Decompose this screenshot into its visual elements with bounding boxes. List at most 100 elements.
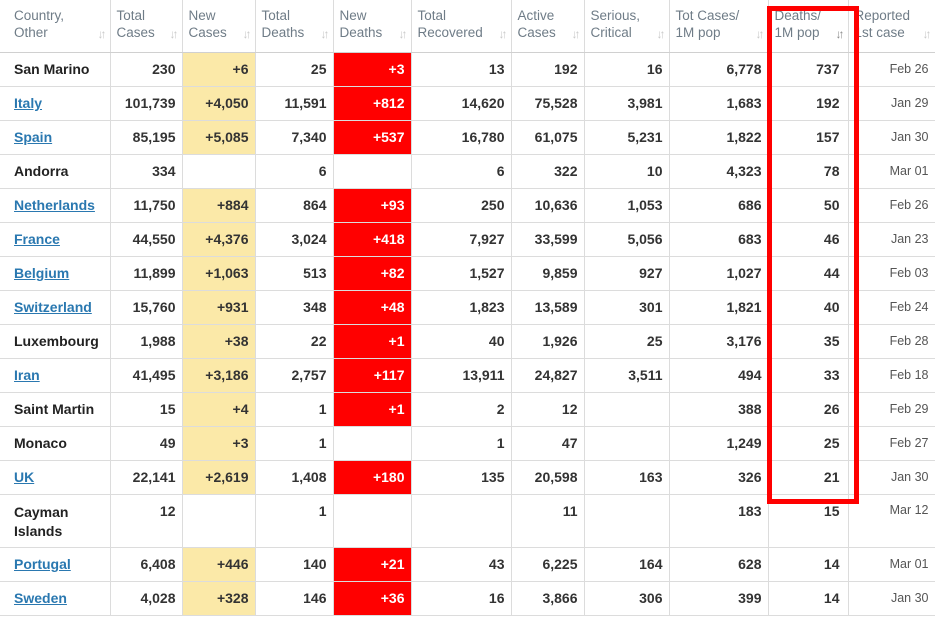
new-cases-cell bbox=[182, 154, 256, 189]
column-header-label: Cases bbox=[517, 25, 556, 40]
sort-icon[interactable]: ↓↑ bbox=[499, 26, 508, 43]
sort-icon[interactable]: ↓↑ bbox=[756, 26, 765, 43]
total-deaths-cell: 1 bbox=[255, 494, 334, 548]
column-header-label: 1M pop bbox=[675, 25, 721, 40]
active-cases-cell: 1,926 bbox=[511, 324, 585, 359]
total-cases-cell: 15,760 bbox=[110, 290, 183, 325]
sort-icon[interactable]: ↓↑ bbox=[399, 26, 408, 43]
country-link[interactable]: Switzerland bbox=[14, 299, 92, 315]
reported-cell: Feb 18 bbox=[848, 358, 935, 393]
country-cell[interactable]: Italy bbox=[0, 86, 111, 121]
total-recovered-cell: 13 bbox=[411, 52, 512, 87]
deaths-1m-cell: 14 bbox=[768, 581, 849, 616]
column-header-tot-cases-1m[interactable]: Tot Cases/1M pop ↓↑ bbox=[669, 0, 769, 53]
new-cases-cell: +4,050 bbox=[182, 86, 256, 121]
serious-critical-cell: 164 bbox=[584, 547, 670, 582]
country-link[interactable]: UK bbox=[14, 469, 34, 485]
total-cases-cell: 101,739 bbox=[110, 86, 183, 121]
country-link[interactable]: Italy bbox=[14, 95, 42, 111]
country-cell[interactable]: Switzerland bbox=[0, 290, 111, 325]
new-cases-cell: +884 bbox=[182, 188, 256, 223]
country-cell[interactable]: Sweden bbox=[0, 581, 111, 616]
new-cases-cell: +4,376 bbox=[182, 222, 256, 257]
country-link[interactable]: Sweden bbox=[14, 590, 67, 606]
deaths-1m-cell: 25 bbox=[768, 426, 849, 461]
deaths-1m-cell: 78 bbox=[768, 154, 849, 189]
total-cases-cell: 6,408 bbox=[110, 547, 183, 582]
column-header-total-deaths[interactable]: Total Deaths ↓↑ bbox=[255, 0, 334, 53]
column-header-new-cases[interactable]: New Cases ↓↑ bbox=[182, 0, 256, 53]
table-row: Sweden 4,028 +328 146 +36 16 3,866 306 399 14 Jan … bbox=[0, 581, 935, 616]
country-cell[interactable]: France bbox=[0, 222, 111, 257]
country-link[interactable]: Belgium bbox=[14, 265, 69, 281]
sort-icon[interactable]: ↓↑ bbox=[243, 26, 252, 43]
table-row: Italy 101,739 +4,050 11,591 +812 14,620 75,528… bbox=[0, 86, 935, 121]
table-row: Andorra 334 6 6 322 10 4,323 78 Mar 01 bbox=[0, 154, 935, 189]
column-header-reported[interactable]: Reported 1st case ↓↑ bbox=[848, 0, 935, 53]
serious-critical-cell: 301 bbox=[584, 290, 670, 325]
country-link[interactable]: France bbox=[14, 231, 60, 247]
sort-icon[interactable]: ↓↑ bbox=[98, 26, 107, 43]
country-cell[interactable]: Iran bbox=[0, 358, 111, 393]
tot-cases-1m-cell: 1,821 bbox=[669, 290, 769, 325]
country-name: Saint Martin bbox=[14, 401, 95, 417]
country-link[interactable]: Portugal bbox=[14, 556, 71, 572]
country-cell[interactable]: Belgium bbox=[0, 256, 111, 291]
column-header-serious-critical[interactable]: Serious, Critical ↓↑ bbox=[584, 0, 670, 53]
new-deaths-cell: +812 bbox=[333, 86, 412, 121]
country-cell[interactable]: Portugal bbox=[0, 547, 111, 582]
covid-stats-table: Country, Other ↓↑ Total Cases ↓↑ New Cases ↓↑ Tot… bbox=[0, 0, 935, 616]
header-row: Country, Other ↓↑ Total Cases ↓↑ New Cases ↓↑ Tot… bbox=[0, 0, 935, 53]
total-deaths-cell: 7,340 bbox=[255, 120, 334, 155]
sort-icon[interactable]: ↓↑ bbox=[657, 26, 666, 43]
total-recovered-cell: 16,780 bbox=[411, 120, 512, 155]
total-deaths-cell: 140 bbox=[255, 547, 334, 582]
column-header-total-recovered[interactable]: Total Recovered ↓↑ bbox=[411, 0, 512, 53]
tot-cases-1m-cell: 1,822 bbox=[669, 120, 769, 155]
total-recovered-cell: 43 bbox=[411, 547, 512, 582]
country-link[interactable]: Netherlands bbox=[14, 197, 95, 213]
table-body: San Marino 230 +6 25 +3 13 192 16 6,778 737 Feb 26… bbox=[0, 52, 935, 616]
total-recovered-cell: 2 bbox=[411, 392, 512, 427]
total-cases-cell: 41,495 bbox=[110, 358, 183, 393]
country-cell[interactable]: UK bbox=[0, 460, 111, 495]
total-cases-cell: 230 bbox=[110, 52, 183, 87]
column-header-active-cases[interactable]: Active Cases ↓↑ bbox=[511, 0, 585, 53]
sort-icon[interactable]: ↓↑ bbox=[170, 26, 179, 43]
reported-cell: Feb 24 bbox=[848, 290, 935, 325]
deaths-1m-cell: 21 bbox=[768, 460, 849, 495]
column-header-new-deaths[interactable]: New Deaths ↓↑ bbox=[333, 0, 412, 53]
tot-cases-1m-cell: 1,249 bbox=[669, 426, 769, 461]
serious-critical-cell: 306 bbox=[584, 581, 670, 616]
country-name: Cayman Islands bbox=[14, 503, 69, 539]
sort-icon[interactable]: ↓↑ bbox=[321, 26, 330, 43]
country-cell[interactable]: Spain bbox=[0, 120, 111, 155]
column-header-label: Cases bbox=[116, 25, 155, 40]
active-cases-cell: 33,599 bbox=[511, 222, 585, 257]
country-cell: Andorra bbox=[0, 154, 111, 189]
country-cell: San Marino bbox=[0, 52, 111, 87]
new-cases-cell: +4 bbox=[182, 392, 256, 427]
sort-icon[interactable]: ↓↑ bbox=[572, 26, 581, 43]
sort-descending-icon[interactable]: ↓↑ bbox=[836, 26, 845, 43]
serious-critical-cell: 16 bbox=[584, 52, 670, 87]
country-cell: Monaco bbox=[0, 426, 111, 461]
country-cell: Cayman Islands bbox=[0, 494, 111, 548]
new-deaths-cell: +21 bbox=[333, 547, 412, 582]
column-header-label: New bbox=[339, 8, 367, 23]
column-header-deaths-1m[interactable]: Deaths/1M pop ↓↑ bbox=[768, 0, 849, 53]
country-name: Andorra bbox=[14, 163, 69, 179]
column-header-label: Serious, bbox=[590, 8, 641, 23]
new-deaths-cell bbox=[333, 154, 412, 189]
country-link[interactable]: Spain bbox=[14, 129, 52, 145]
country-link[interactable]: Iran bbox=[14, 367, 40, 383]
column-header-total-cases[interactable]: Total Cases ↓↑ bbox=[110, 0, 183, 53]
country-cell[interactable]: Netherlands bbox=[0, 188, 111, 223]
sort-icon[interactable]: ↓↑ bbox=[923, 26, 932, 43]
country-cell: Luxembourg bbox=[0, 324, 111, 359]
total-recovered-cell: 16 bbox=[411, 581, 512, 616]
table-row: Portugal 6,408 +446 140 +21 43 6,225 164 628 14 Ma… bbox=[0, 547, 935, 582]
total-deaths-cell: 6 bbox=[255, 154, 334, 189]
serious-critical-cell: 5,056 bbox=[584, 222, 670, 257]
column-header-country[interactable]: Country, Other ↓↑ bbox=[0, 0, 111, 53]
